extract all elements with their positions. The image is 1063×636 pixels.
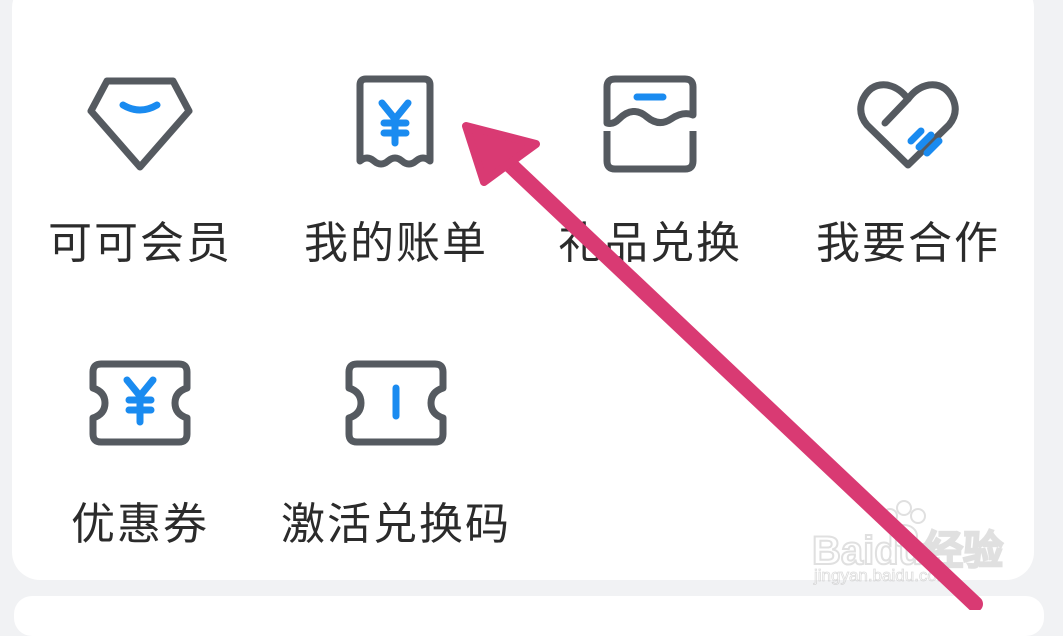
heart-handshake-icon	[857, 81, 959, 169]
gift-box-icon	[603, 75, 697, 173]
menu-item-vip[interactable]: 可可会员	[20, 75, 260, 271]
menu-item-label: 礼品兑换	[558, 218, 742, 269]
menu-item-label: 激活兑换码	[281, 499, 511, 550]
ticket-code-icon	[345, 360, 447, 446]
menu-item-bill[interactable]: 我的账单	[276, 75, 516, 271]
menu-item-gift-exchange[interactable]: 礼品兑换	[530, 75, 770, 271]
menu-item-coupon[interactable]: 优惠券	[20, 358, 260, 552]
baidu-jingyan-watermark: Baidu经验 jingyan.baidu.com	[811, 500, 1012, 590]
menu-item-activate-code[interactable]: 激活兑换码	[276, 358, 516, 552]
coupon-yen-icon	[89, 360, 191, 446]
menu-item-label: 我要合作	[816, 218, 1000, 269]
menu-item-label: 可可会员	[48, 218, 232, 269]
receipt-yen-icon	[356, 75, 434, 168]
diamond-icon	[87, 77, 193, 171]
next-card	[14, 596, 1044, 636]
menu-item-cooperation[interactable]: 我要合作	[788, 75, 1028, 271]
menu-item-label: 优惠券	[71, 499, 209, 550]
menu-item-label: 我的账单	[304, 218, 488, 269]
watermark-url: jingyan.baidu.com	[814, 566, 952, 586]
